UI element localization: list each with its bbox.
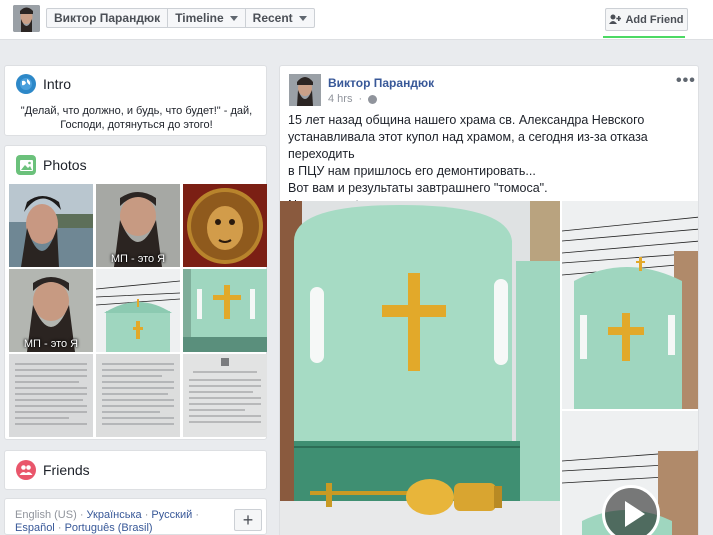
post-text: 15 лет назад община нашего храма св. Але… (288, 112, 696, 214)
language-list: English (US) · Українська · Русский · Es… (15, 509, 199, 534)
intro-bio: "Делай, что должно, и будь, что будет!" … (20, 105, 253, 131)
photo-thumbnail[interactable]: МП - это Я (96, 184, 180, 267)
post-options-icon[interactable]: ••• (676, 72, 696, 90)
people-icon (16, 460, 36, 480)
tab-profile-name-label: Виктор Парандюк (54, 11, 161, 25)
tab-profile-name[interactable]: Виктор Парандюк (47, 9, 169, 27)
post-timestamp[interactable]: 4 hrs (328, 93, 352, 105)
chevron-down-icon (298, 15, 307, 21)
photos-card: Photos МП - это Я МП - это Я (4, 145, 267, 440)
active-tab-indicator (603, 36, 685, 38)
post-text-line: Вот вам и результаты завтрашнего "томоса… (288, 181, 548, 195)
add-friend-label: Add Friend (625, 13, 684, 26)
tab-timeline-label: Timeline (175, 11, 224, 25)
add-friend-button[interactable]: Add Friend (605, 8, 688, 31)
tab-timeline[interactable]: Timeline (168, 9, 246, 27)
post-author-avatar[interactable] (289, 74, 321, 106)
post-text-line: в ПЦУ нам пришлось его демонтировать... (288, 164, 536, 178)
photo-thumbnail[interactable] (96, 269, 180, 352)
add-friend-icon (609, 14, 622, 24)
photo-thumbnail[interactable] (183, 269, 267, 352)
more-languages-button[interactable]: + (234, 509, 262, 531)
tab-recent-label: Recent (252, 11, 293, 25)
post-text-line: устанавливала этот купол над храмом, а с… (288, 130, 648, 161)
photo-thumbnail[interactable] (183, 354, 267, 437)
timeline-post: Виктор Парандюк 4 hrs · ••• 15 лет назад… (279, 65, 699, 535)
play-video-icon[interactable] (602, 485, 660, 535)
language-link-russian[interactable]: Русский (151, 509, 192, 521)
profile-avatar-small[interactable] (13, 5, 40, 32)
image-icon (16, 155, 36, 175)
intro-card: Intro "Делай, что должно, и будь, что бу… (4, 65, 267, 136)
photo-caption: МП - это Я (23, 338, 79, 350)
language-link-spanish[interactable]: Español (15, 522, 55, 534)
tab-recent[interactable]: Recent (246, 9, 314, 27)
language-card: English (US) · Українська · Русский · Es… (4, 498, 267, 535)
globe-icon (16, 74, 36, 94)
post-video-thumbnail[interactable] (562, 411, 698, 535)
post-photo-main[interactable] (280, 201, 560, 535)
photo-grid: МП - это Я МП - это Я (9, 184, 267, 437)
post-photo-2[interactable] (562, 201, 698, 409)
language-link-ukrainian[interactable]: Українська (87, 509, 142, 521)
photo-thumbnail[interactable]: МП - это Я (9, 269, 93, 352)
post-author-name[interactable]: Виктор Парандюк (328, 76, 434, 90)
photo-thumbnail[interactable] (183, 184, 267, 267)
chevron-down-icon (229, 15, 238, 21)
profile-nav-tabs: Виктор Парандюк Timeline Recent (46, 8, 315, 28)
photo-thumbnail[interactable] (96, 354, 180, 437)
profile-top-bar: Виктор Парандюк Timeline Recent Add Frie… (0, 0, 713, 40)
language-current: English (US) (15, 509, 77, 521)
post-text-line: 15 лет назад община нашего храма св. Але… (288, 113, 645, 127)
photos-title[interactable]: Photos (43, 157, 87, 173)
photo-thumbnail[interactable] (9, 184, 93, 267)
photo-thumbnail[interactable] (9, 354, 93, 437)
language-link-portuguese[interactable]: Português (Brasil) (65, 522, 153, 534)
post-meta: 4 hrs · (328, 93, 378, 105)
public-globe-icon (368, 94, 378, 104)
photo-caption: МП - это Я (110, 253, 166, 265)
plus-icon: + (242, 509, 254, 530)
friends-title[interactable]: Friends (43, 462, 90, 478)
friends-card: Friends (4, 450, 267, 490)
intro-title: Intro (43, 76, 72, 92)
